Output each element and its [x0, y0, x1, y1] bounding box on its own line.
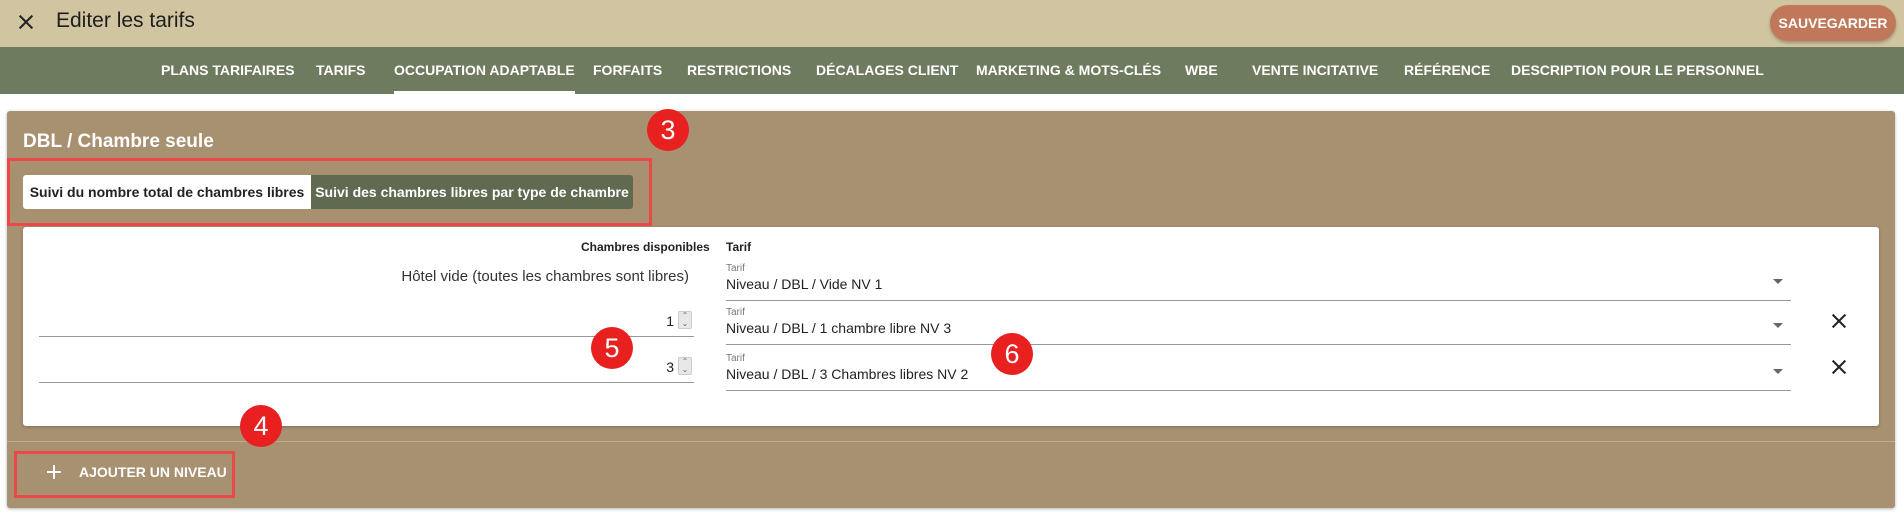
tab-description-personnel[interactable]: DESCRIPTION POUR LE PERSONNEL: [1511, 47, 1764, 94]
tab-occupation-adaptable[interactable]: OCCUPATION ADAPTABLE: [394, 47, 575, 94]
delete-row-icon[interactable]: [1829, 311, 1849, 331]
annotation-badge-5: 5: [591, 327, 633, 369]
tarif-select[interactable]: Tarif Niveau / DBL / 3 Chambres libres N…: [726, 353, 1791, 391]
tab-tarifs[interactable]: TARIFS: [316, 47, 366, 94]
panel-title: DBL / Chambre seule: [23, 131, 214, 152]
close-icon[interactable]: [14, 10, 38, 34]
stepper-icon[interactable]: ⌃ ⌄: [678, 311, 692, 329]
tab-vente-incitative[interactable]: VENTE INCITATIVE: [1252, 47, 1378, 94]
highlight-box-toggle: [7, 158, 652, 226]
tarif-field-value: Niveau / DBL / 1 chambre libre NV 3: [726, 320, 952, 336]
divider: [7, 441, 1895, 442]
tarif-field-value: Niveau / DBL / Vide NV 1: [726, 276, 883, 292]
tarif-field-label: Tarif: [726, 353, 745, 364]
tarif-field-label: Tarif: [726, 263, 745, 274]
tab-forfaits[interactable]: FORFAITS: [593, 47, 662, 94]
tarif-select[interactable]: Tarif Niveau / DBL / Vide NV 1: [726, 263, 1791, 301]
tarif-field-label: Tarif: [726, 307, 745, 318]
stepper-icon[interactable]: ⌃ ⌄: [678, 357, 692, 375]
annotation-badge-6: 6: [991, 333, 1033, 375]
highlight-box-add-level: [14, 451, 235, 498]
chevron-down-icon[interactable]: [1773, 279, 1783, 284]
tab-bar: PLANS TARIFAIRES TARIFS OCCUPATION ADAPT…: [0, 47, 1904, 94]
tarif-select[interactable]: Tarif Niveau / DBL / 1 chambre libre NV …: [726, 307, 1791, 345]
chevron-down-icon[interactable]: [1773, 369, 1783, 374]
tab-marketing[interactable]: MARKETING & MOTS-CLÉS: [976, 47, 1161, 94]
delete-row-icon[interactable]: [1829, 357, 1849, 377]
empty-hotel-label: Hôtel vide (toutes les chambres sont lib…: [401, 268, 689, 285]
tab-wbe[interactable]: WBE: [1185, 47, 1218, 94]
tab-decalages-client[interactable]: DÉCALAGES CLIENT: [816, 47, 958, 94]
chevron-down-icon[interactable]: [1773, 323, 1783, 328]
page-title: Editer les tarifs: [56, 9, 195, 32]
tab-reference[interactable]: RÉFÉRENCE: [1404, 47, 1490, 94]
col-header-tarif: Tarif: [726, 240, 752, 254]
save-button[interactable]: SAUVEGARDER: [1770, 5, 1896, 41]
col-header-rooms: Chambres disponibles: [581, 240, 710, 254]
top-bar: Editer les tarifs SAUVEGARDER: [0, 0, 1904, 47]
rooms-count-value: 1: [666, 313, 674, 329]
rooms-count-value: 3: [666, 359, 674, 375]
annotation-badge-3: 3: [647, 109, 689, 151]
tarif-field-value: Niveau / DBL / 3 Chambres libres NV 2: [726, 366, 969, 382]
tab-restrictions[interactable]: RESTRICTIONS: [687, 47, 791, 94]
levels-table: Chambres disponibles Tarif Hôtel vide (t…: [23, 227, 1879, 426]
tab-plans-tarifaires[interactable]: PLANS TARIFAIRES: [161, 47, 295, 94]
annotation-badge-4: 4: [240, 405, 282, 447]
